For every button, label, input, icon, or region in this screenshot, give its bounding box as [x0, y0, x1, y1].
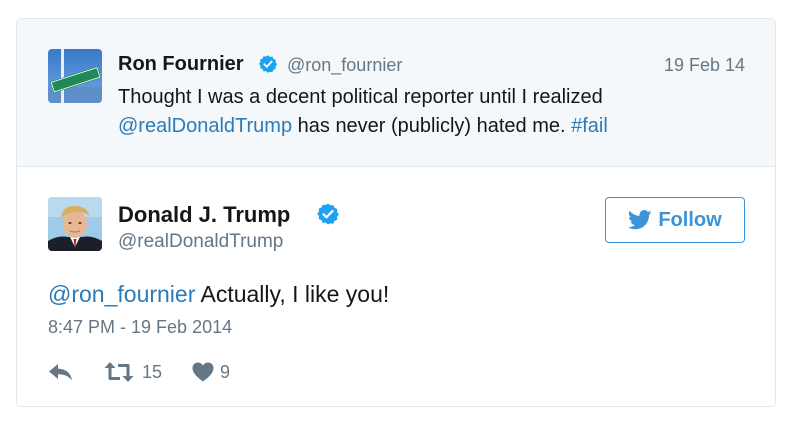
retweet-button[interactable]: 15 [104, 361, 192, 383]
like-count: 9 [220, 361, 231, 382]
main-tweet-text: @ron_fournier Actually, I like you! [48, 281, 389, 308]
mention-link-ron-fournier[interactable]: @ron_fournier [48, 281, 195, 307]
heart-icon [192, 362, 214, 382]
parent-tweet[interactable]: Ron Fournier @ron_fournier 19 Feb 14 Tho… [17, 19, 775, 167]
verified-badge-icon [317, 203, 339, 225]
main-avatar[interactable] [48, 197, 102, 251]
retweet-icon [104, 362, 134, 382]
reply-icon [49, 364, 72, 381]
main-author-handle[interactable]: @realDonaldTrump [118, 231, 283, 253]
main-author-name[interactable]: Donald J. Trump [118, 202, 290, 228]
parent-avatar[interactable] [48, 49, 102, 103]
hashtag-link-fail[interactable]: #fail [571, 115, 608, 137]
parent-tweet-text: Thought I was a decent political reporte… [118, 83, 718, 141]
street-sign-avatar-image [48, 49, 102, 103]
follow-button[interactable]: Follow [605, 197, 745, 243]
mention-link-realdonaldtrump[interactable]: @realDonaldTrump [118, 115, 292, 137]
verified-badge-icon [258, 55, 278, 73]
retweet-count: 15 [142, 361, 163, 382]
like-button[interactable]: 9 [192, 362, 230, 383]
parent-text-part2: has never (publicly) hated me. [292, 115, 572, 137]
tweet-actions: 15 9 [48, 359, 230, 385]
parent-author-name[interactable]: Ron Fournier [118, 53, 244, 76]
embedded-tweet-card: Ron Fournier @ron_fournier 19 Feb 14 Tho… [16, 18, 776, 407]
parent-tweet-date[interactable]: 19 Feb 14 [664, 55, 745, 76]
parent-text-part1: Thought I was a decent political reporte… [118, 86, 603, 108]
reply-button[interactable] [48, 362, 104, 382]
twitter-bird-icon [628, 210, 652, 230]
portrait-avatar-image [48, 197, 102, 251]
parent-author-handle[interactable]: @ron_fournier [287, 55, 402, 76]
follow-button-label: Follow [658, 208, 722, 231]
tweet-timestamp[interactable]: 8:47 PM - 19 Feb 2014 [48, 317, 232, 338]
main-text-body: Actually, I like you! [195, 281, 390, 307]
